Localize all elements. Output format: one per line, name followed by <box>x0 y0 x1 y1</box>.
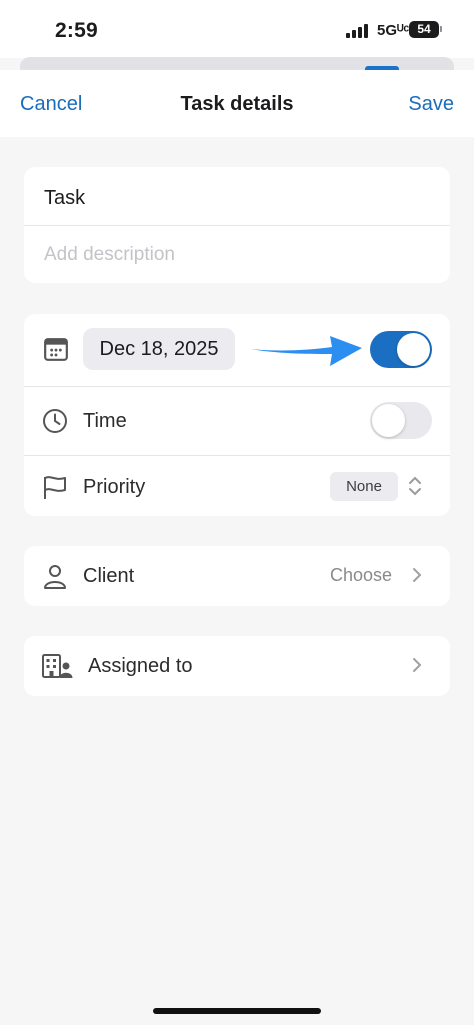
divider <box>24 225 450 226</box>
nav-bar: Cancel Task details Save <box>0 70 474 137</box>
flag-icon <box>44 476 66 499</box>
page-title: Task details <box>180 93 294 115</box>
network-label: 5Gᵁᶜ <box>377 22 410 39</box>
description-field[interactable]: Add description <box>44 242 424 268</box>
status-time: 2:59 <box>55 19 98 42</box>
annotation-arrow-icon <box>250 336 362 366</box>
battery-indicator: 54 <box>409 21 439 38</box>
person-icon <box>44 565 66 589</box>
task-card: Task Add description <box>24 167 450 283</box>
battery-tip <box>440 26 442 32</box>
chevron-updown-icon[interactable] <box>408 475 422 497</box>
schedule-card: Dec 18, 2025 Time Priority None <box>24 314 450 516</box>
toggle-knob <box>397 333 430 366</box>
time-toggle[interactable] <box>370 402 432 439</box>
building-person-icon <box>42 654 73 678</box>
priority-label: Priority <box>83 476 146 498</box>
client-value: Choose <box>329 565 392 585</box>
task-title-field[interactable]: Task <box>44 185 424 211</box>
divider <box>24 455 450 456</box>
time-label: Time <box>83 410 127 432</box>
assigned-row[interactable]: Assigned to <box>24 636 450 696</box>
clock-icon <box>43 409 67 433</box>
divider <box>24 386 450 387</box>
date-picker-button[interactable]: Dec 18, 2025 <box>83 328 235 370</box>
priority-value[interactable]: None <box>330 472 398 501</box>
client-row[interactable]: Client Choose <box>24 546 450 606</box>
home-indicator <box>153 1008 321 1014</box>
save-button[interactable]: Save <box>408 93 454 116</box>
toggle-knob <box>372 404 405 437</box>
status-bar: 2:59 5Gᵁᶜ 54 <box>0 0 474 58</box>
calendar-icon <box>44 338 68 361</box>
signal-icon <box>346 24 368 38</box>
assigned-label: Assigned to <box>88 655 193 677</box>
chevron-right-icon <box>413 568 422 582</box>
chevron-right-icon <box>413 658 422 672</box>
client-label: Client <box>83 565 135 587</box>
date-toggle[interactable] <box>370 331 432 368</box>
